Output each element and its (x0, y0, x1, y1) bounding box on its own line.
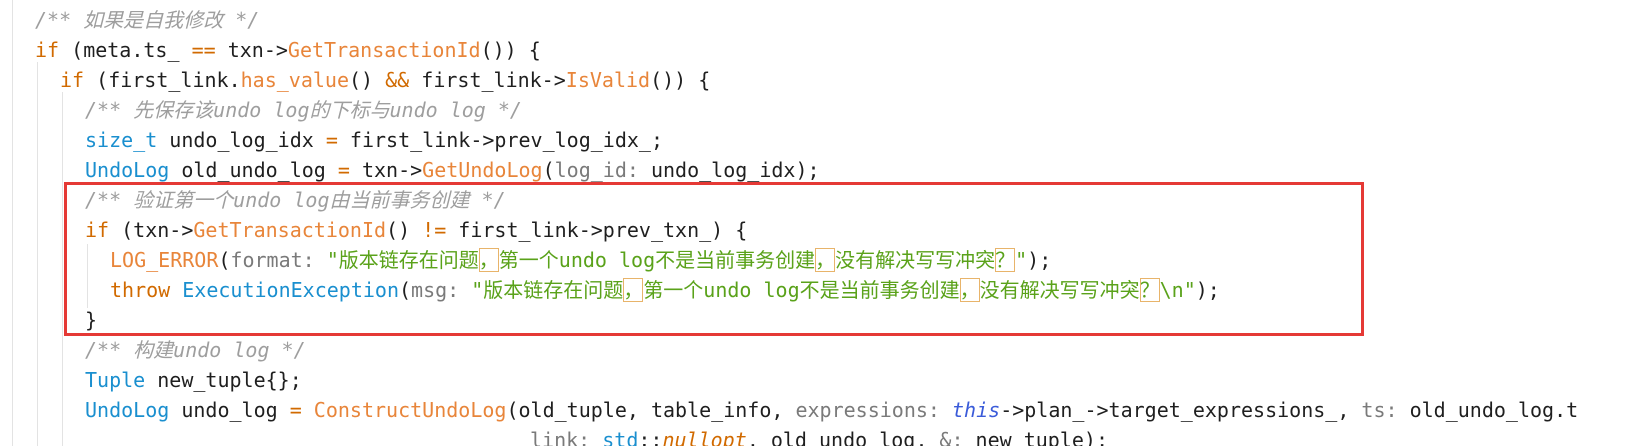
code-line-11[interactable]: } (0, 305, 97, 335)
code-token: expressions: (795, 398, 953, 422)
code-token: LOG_ERROR (110, 248, 219, 272)
code-token: ()) { (480, 38, 541, 62)
code-token: undo_log (169, 398, 290, 422)
code-token: () (386, 218, 423, 242)
code-token: /** 构建undo log */ (85, 338, 306, 362)
code-token: ( (59, 38, 84, 62)
code-token: ()) { (650, 68, 711, 92)
code-token: size_t (85, 128, 158, 152)
code-token: old_tuple, table_info, (518, 398, 796, 422)
code-token: throw (110, 278, 171, 302)
code-token: UndoLog (85, 398, 170, 422)
code-token: std (602, 428, 639, 446)
code-token: &: (939, 428, 976, 446)
code-token: /** 如果是自我修改 */ (35, 8, 260, 32)
code-token: ， (815, 248, 836, 272)
code-token: link: (530, 428, 603, 446)
code-token: UndoLog (85, 158, 170, 182)
code-token: = (289, 398, 302, 422)
code-token: = (325, 128, 338, 152)
code-token: first_link-> (409, 68, 566, 92)
code-token: this (952, 398, 1001, 422)
code-token: ( (218, 248, 231, 272)
code-line-1[interactable]: /** 如果是自我修改 */ (0, 5, 259, 35)
code-token: txn-> (215, 38, 288, 62)
code-token: undo_log_idx); (650, 158, 820, 182)
code-line-15[interactable]: link: std::nullopt, old_undo_log, &: new… (0, 425, 1108, 446)
code-token: != (422, 218, 447, 242)
code-token: if (85, 218, 110, 242)
code-token: = (337, 158, 350, 182)
code-token: if (35, 38, 60, 62)
code-token: ， (959, 278, 980, 302)
code-line-14[interactable]: UndoLog undo_log = ConstructUndoLog(old_… (0, 395, 1578, 425)
code-line-7[interactable]: /** 验证第一个undo log由当前事务创建 */ (0, 185, 506, 215)
code-token: new_tuple{}; (145, 368, 302, 392)
code-token: IsValid (565, 68, 651, 92)
code-token: has_value (240, 68, 350, 92)
code-token: txn-> (349, 158, 423, 182)
code-token: 没有解决写写冲突 (979, 278, 1140, 302)
code-token: == (191, 38, 216, 62)
code-token: ->plan_->target_expressions_, (1000, 398, 1362, 422)
code-line-6[interactable]: UndoLog old_undo_log = txn->GetUndoLog(l… (0, 155, 820, 185)
code-token: GetTransactionId (193, 218, 387, 242)
code-token: 第一个undo log不是当前事务创建 (643, 278, 960, 302)
code-token: ， (623, 278, 644, 302)
code-token: , old_undo_log, (746, 428, 940, 446)
code-token: :: (638, 428, 663, 446)
code-token: ( (399, 278, 412, 302)
code-token: first_link. (108, 68, 241, 92)
code-token: nullopt (662, 428, 747, 446)
code-token: 第一个undo log不是当前事务创建 (498, 248, 816, 272)
code-token: ConstructUndoLog (301, 398, 507, 422)
code-token: Tuple (85, 368, 146, 392)
code-token: ， (478, 248, 499, 272)
code-token: old_undo_log.t (1409, 398, 1579, 422)
code-token: (txn-> (109, 218, 194, 242)
code-token: ？ (995, 248, 1016, 272)
code-line-9[interactable]: LOG_ERROR(format: "版本链存在问题，第一个undo log不是… (0, 245, 1051, 275)
code-token: new_tuple); (975, 428, 1108, 446)
code-token: \n" (1159, 278, 1196, 302)
code-token: ？ (1139, 278, 1160, 302)
code-token: msg: (411, 278, 472, 302)
code-line-5[interactable]: size_t undo_log_idx = first_link->prev_l… (0, 125, 663, 155)
code-line-2[interactable]: if (meta.ts_ == txn->GetTransactionId())… (0, 35, 541, 65)
code-token: } (85, 308, 98, 332)
code-token: && (385, 68, 410, 92)
code-token: "版本链存在问题 (471, 278, 624, 302)
code-token: ts: (1361, 398, 1410, 422)
code-token: "版本链存在问题 (326, 248, 479, 272)
code-token: log_id: (554, 158, 651, 182)
code-token: 没有解决写写冲突 (835, 248, 996, 272)
code-token: ExecutionException (170, 278, 399, 302)
code-token: GetTransactionId (287, 38, 481, 62)
code-token: ); (1027, 248, 1052, 272)
code-token: meta.ts_ (83, 38, 192, 62)
code-line-13[interactable]: Tuple new_tuple{}; (0, 365, 302, 395)
code-token: if (60, 68, 85, 92)
code-token: format: (230, 248, 327, 272)
code-token: first_link->prev_log_idx_; (337, 128, 663, 152)
code-token: undo_log_idx (157, 128, 326, 152)
code-line-8[interactable]: if (txn->GetTransactionId() != first_lin… (0, 215, 747, 245)
code-token: /** 验证第一个undo log由当前事务创建 */ (85, 188, 506, 212)
code-line-12[interactable]: /** 构建undo log */ (0, 335, 306, 365)
code-token: first_link->prev_txn_) { (446, 218, 748, 242)
code-line-10[interactable]: throw ExecutionException(msg: "版本链存在问题，第… (0, 275, 1220, 305)
code-token: ( (506, 398, 519, 422)
code-token: " (1015, 248, 1028, 272)
code-token: ( (542, 158, 555, 182)
code-token: ); (1195, 278, 1220, 302)
code-token: /** 先保存该undo log的下标与undo log */ (85, 98, 522, 122)
code-token: old_undo_log (169, 158, 338, 182)
code-line-4[interactable]: /** 先保存该undo log的下标与undo log */ (0, 95, 522, 125)
code-token: () (349, 68, 386, 92)
code-token: GetUndoLog (422, 158, 543, 182)
code-editor[interactable]: /** 如果是自我修改 */ if (meta.ts_ == txn->GetT… (0, 0, 1634, 446)
code-line-3[interactable]: if (first_link.has_value() && first_link… (0, 65, 710, 95)
code-token: ( (84, 68, 109, 92)
